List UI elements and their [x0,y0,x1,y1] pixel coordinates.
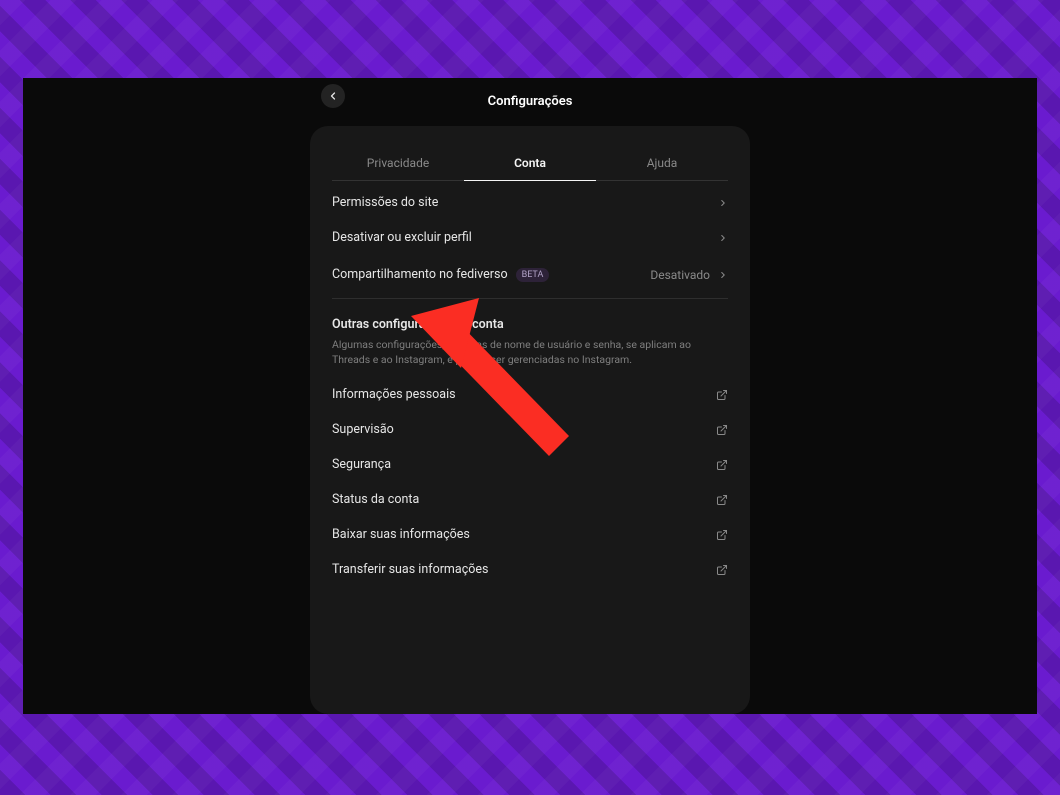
row-account-status[interactable]: Status da conta [332,482,728,517]
tab-help[interactable]: Ajuda [596,146,728,180]
row-label: Permissões do site [332,195,438,210]
row-right: Desativado [650,265,728,284]
fediverse-status: Desativado [650,268,710,282]
app-window: Configurações Privacidade Conta Ajuda Pe… [23,78,1037,714]
row-download-info[interactable]: Baixar suas informações [332,517,728,552]
settings-tabs: Privacidade Conta Ajuda [332,146,728,181]
row-transfer-info[interactable]: Transferir suas informações [332,552,728,587]
row-label: Status da conta [332,492,419,507]
page-title: Configurações [488,94,573,109]
chevron-right-icon [718,265,728,284]
account-rows-group: Permissões do site Desativar ou excluir … [332,181,728,299]
tab-privacy[interactable]: Privacidade [332,146,464,180]
external-link-icon [716,424,728,436]
other-settings-title: Outras configurações da conta [332,317,728,332]
row-security[interactable]: Segurança [332,447,728,482]
chevron-right-icon [718,198,728,208]
row-label: Baixar suas informações [332,527,470,542]
row-site-permissions[interactable]: Permissões do site [332,185,728,220]
beta-badge: BETA [516,268,550,282]
arrow-left-icon [327,87,339,106]
tab-account[interactable]: Conta [464,146,596,181]
external-link-icon [716,389,728,401]
row-label: Segurança [332,457,391,472]
other-rows-group: Informações pessoais Supervisão Seguranç… [332,373,728,591]
settings-panel: Privacidade Conta Ajuda Permissões do si… [310,126,750,714]
row-label-text: Compartilhamento no fediverso [332,267,508,282]
external-link-icon [716,564,728,576]
page-header: Configurações [23,82,1037,120]
external-link-icon [716,459,728,471]
row-deactivate-delete[interactable]: Desativar ou excluir perfil [332,220,728,255]
row-label: Compartilhamento no fediverso BETA [332,267,549,282]
row-supervision[interactable]: Supervisão [332,412,728,447]
other-settings-description: Algumas configurações, como as de nome d… [332,338,728,367]
row-fediverse-sharing[interactable]: Compartilhamento no fediverso BETA Desat… [332,255,728,294]
row-label: Supervisão [332,422,394,437]
chevron-right-icon [718,233,728,243]
external-link-icon [716,494,728,506]
row-personal-info[interactable]: Informações pessoais [332,377,728,412]
row-label: Transferir suas informações [332,562,488,577]
row-label: Desativar ou excluir perfil [332,230,472,245]
external-link-icon [716,529,728,541]
back-button[interactable] [321,84,345,108]
row-label: Informações pessoais [332,387,456,402]
